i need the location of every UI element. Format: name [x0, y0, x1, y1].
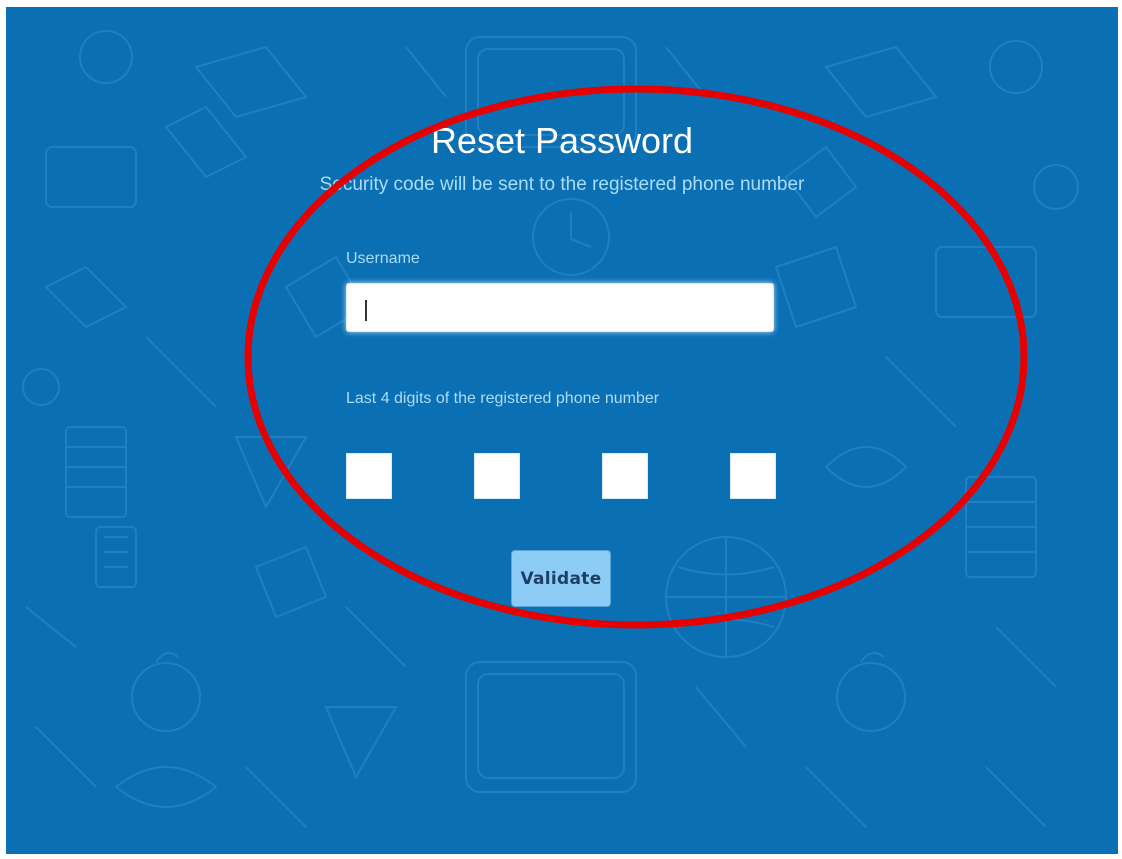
text-cursor [365, 300, 367, 321]
validate-button[interactable]: Validate [511, 550, 611, 607]
page-title: Reset Password [430, 120, 694, 161]
username-input[interactable] [346, 283, 774, 332]
phone-digit-2-input[interactable] [474, 453, 520, 499]
phone-digit-4-input[interactable] [730, 453, 776, 499]
phone-digits-label: Last 4 digits of the registered phone nu… [346, 390, 660, 407]
page-subtitle: Security code will be sent to the regist… [319, 174, 805, 195]
username-label: Username [346, 250, 420, 267]
phone-digit-3-input[interactable] [602, 453, 648, 499]
phone-digit-1-input[interactable] [346, 453, 392, 499]
reset-password-page: Reset Password Security code will be sen… [6, 7, 1118, 854]
